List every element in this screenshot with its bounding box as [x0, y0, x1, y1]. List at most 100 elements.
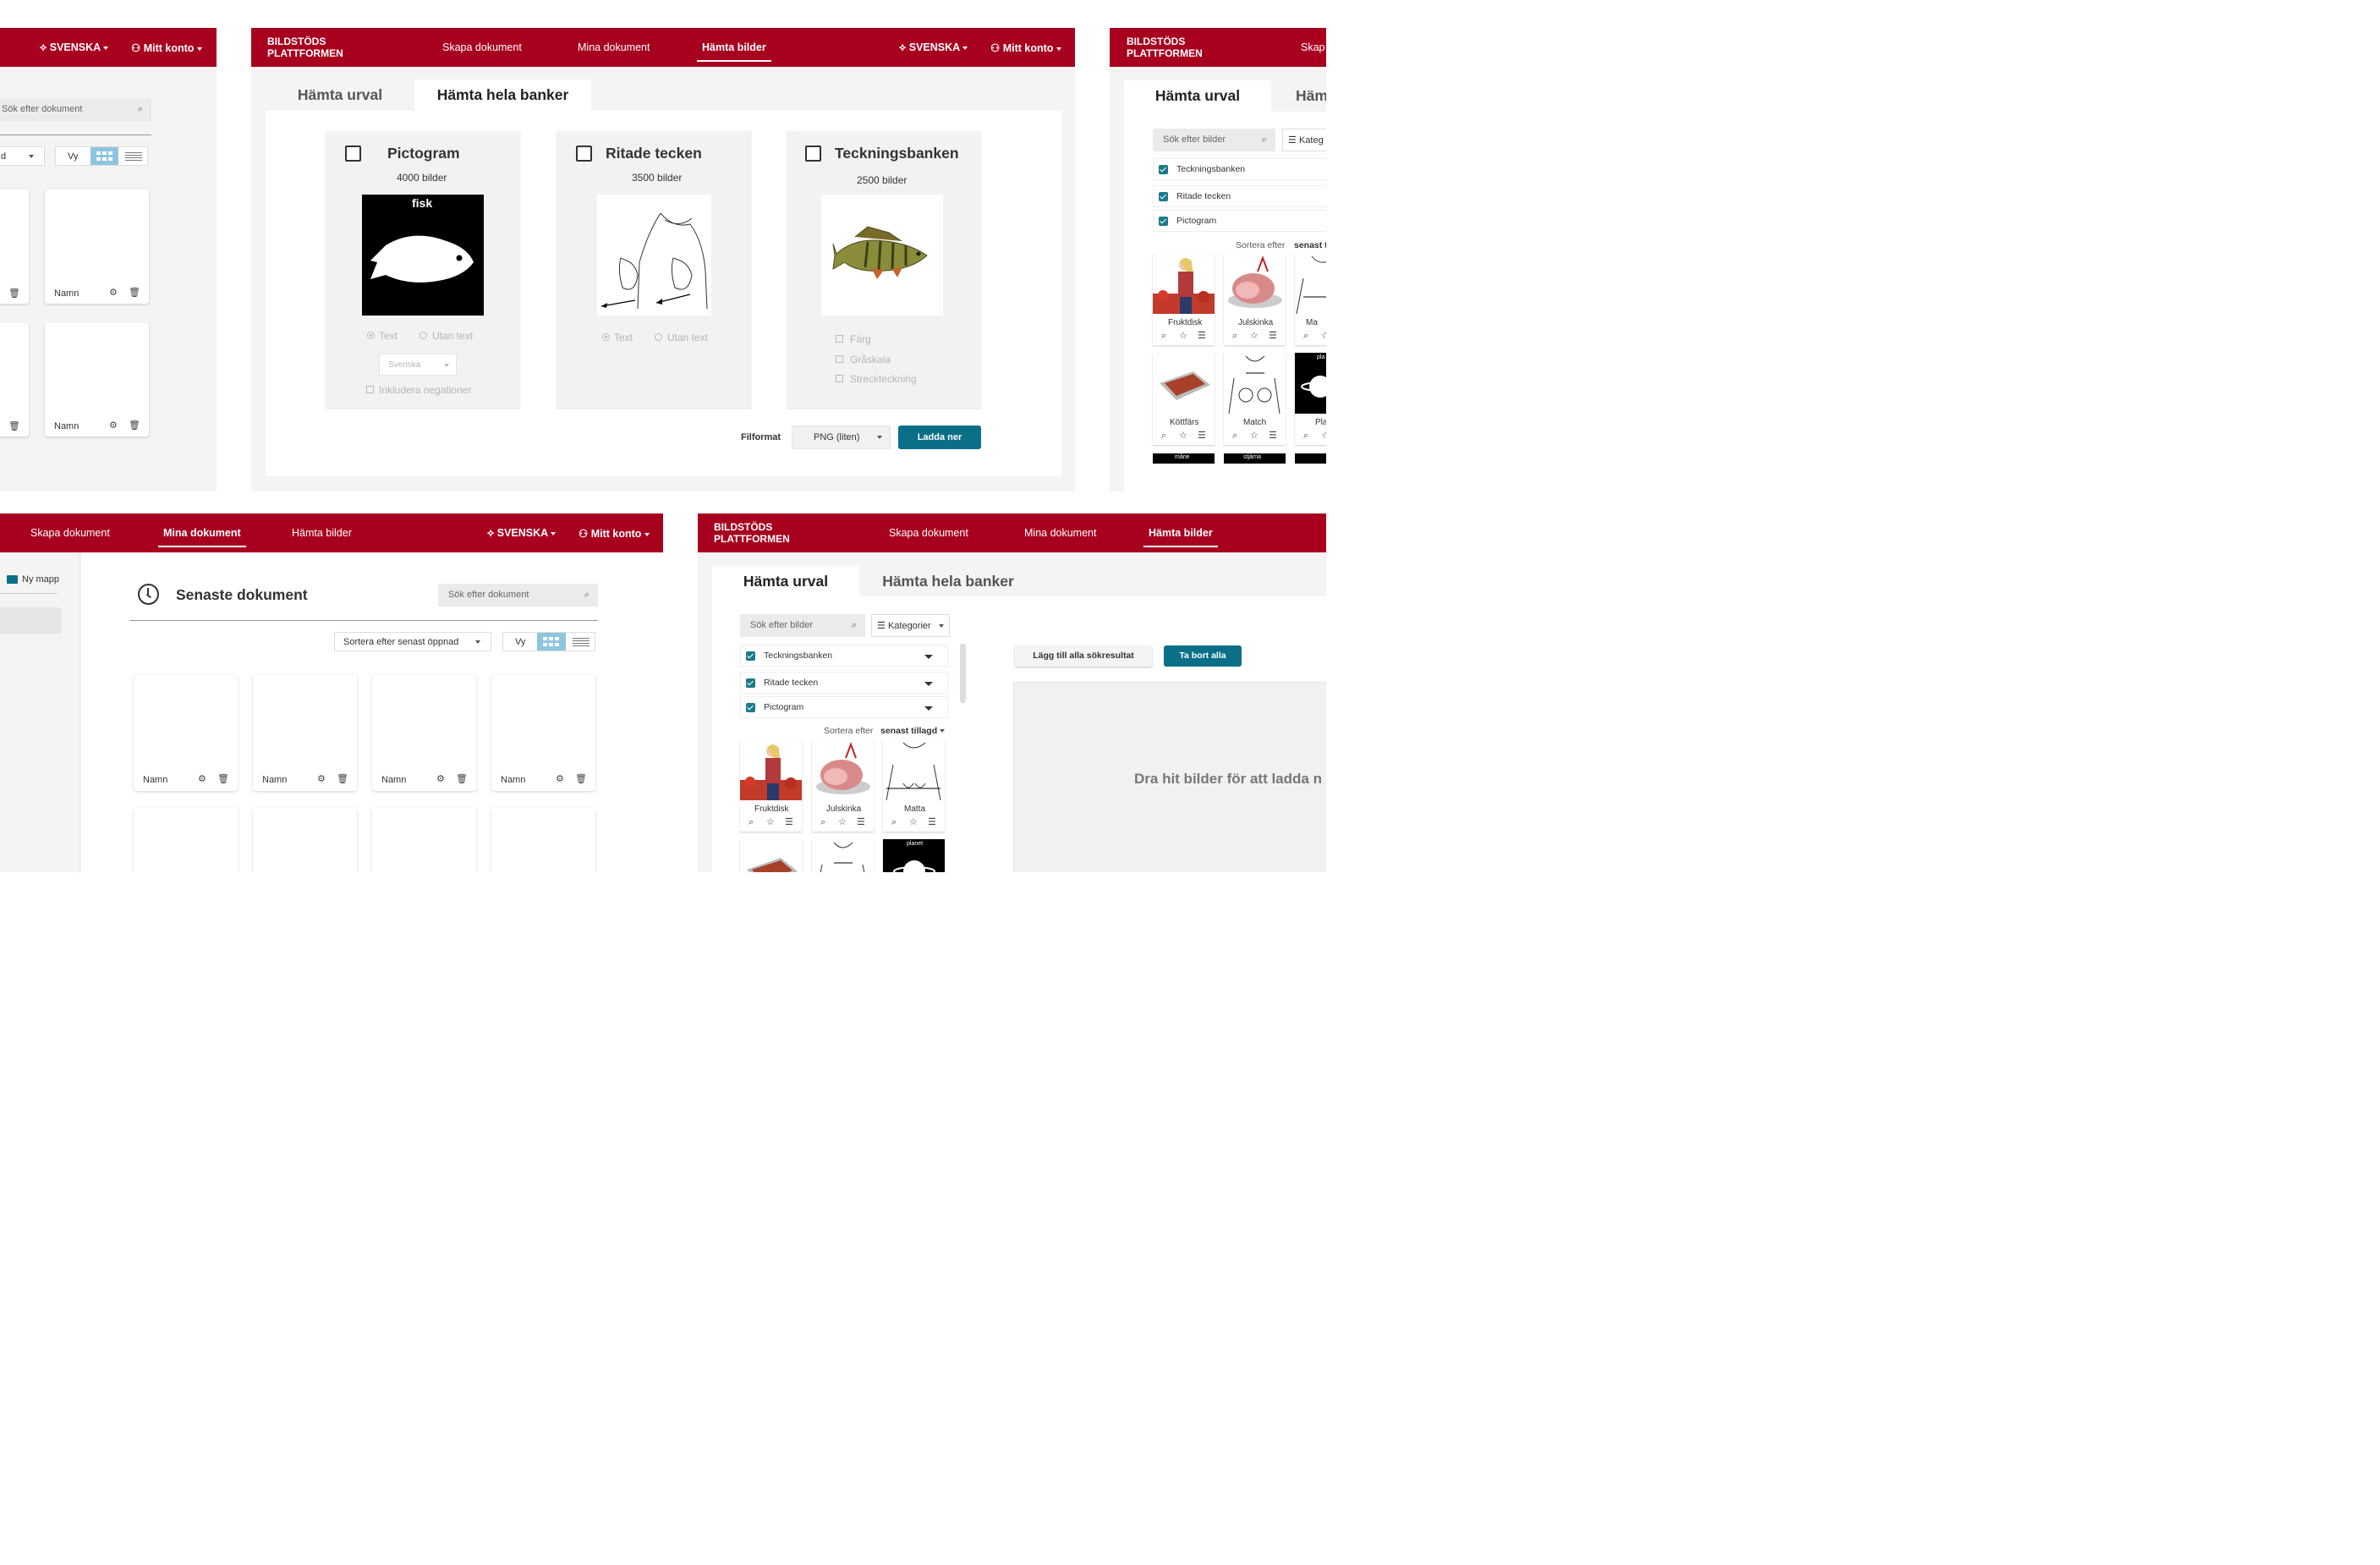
add-all-button[interactable]: Lägg till alla sökresultat	[1015, 645, 1152, 667]
image-item-stjarna[interactable]: stjärna	[1224, 453, 1286, 464]
filter-ritade-tecken[interactable]: Ritade tecken	[1153, 185, 1326, 207]
nav-my-documents[interactable]: Mina dokument	[1024, 527, 1096, 539]
brand-logo[interactable]: BILDSTÖDS PLATTFORMEN	[714, 521, 790, 545]
nav-create-document[interactable]: Skapa dokument	[30, 527, 110, 539]
sort-select[interactable]: senast t	[1294, 240, 1326, 250]
image-item-mane[interactable]: måne	[1153, 453, 1215, 464]
negations-checkbox[interactable]	[366, 386, 374, 393]
grid-view-icon[interactable]	[90, 147, 118, 165]
star-icon[interactable]: ☆	[1179, 430, 1187, 441]
zoom-icon[interactable]: ⌕	[1232, 331, 1237, 342]
document-card[interactable]	[372, 808, 476, 872]
grid-view-icon[interactable]	[537, 633, 566, 651]
image-item-kottfars[interactable]	[740, 839, 802, 872]
filter-checkbox[interactable]	[1159, 165, 1168, 174]
nav-my-documents[interactable]: Mina dokument	[158, 527, 246, 547]
image-item-julskinka[interactable]: Julskinka ⌕ ☆ ☰	[1224, 253, 1286, 345]
sort-dropdown[interactable]: d	[0, 146, 45, 166]
filter-pictogram[interactable]: Pictogram	[740, 696, 948, 718]
gear-icon[interactable]: ⚙	[109, 287, 118, 298]
radio-text[interactable]	[602, 333, 610, 341]
image-item-matta[interactable]: Matta ⌕ ☆ ☰	[883, 739, 945, 832]
document-card[interactable]: Namn ⚙ 🗑	[134, 675, 238, 791]
image-item-fruktdisk[interactable]: Fruktdisk ⌕ ☆ ☰	[740, 739, 802, 832]
grayscale-checkbox[interactable]	[836, 355, 843, 363]
nav-create-document[interactable]: Skapa dokument	[889, 527, 968, 539]
filter-teckningsbanken[interactable]: Teckningsbanken	[740, 645, 948, 667]
trash-icon[interactable]: 🗑	[337, 773, 348, 784]
nav-create-document[interactable]: Skap	[1301, 41, 1325, 53]
image-item-match[interactable]	[812, 839, 874, 872]
star-icon[interactable]: ☆	[766, 816, 775, 827]
document-search-input[interactable]: Sök efter dokument ⌕	[0, 98, 151, 121]
new-folder-button[interactable]: Ny mapp	[7, 574, 59, 585]
list-icon[interactable]: ☰	[785, 816, 793, 827]
image-item-planet[interactable]: pla Pla ⌕ ☆	[1295, 353, 1326, 445]
trash-icon[interactable]: 🗑	[456, 773, 468, 784]
list-icon[interactable]: ☰	[1269, 430, 1277, 441]
image-search-input[interactable]: Sök efter bilder ⌕	[740, 614, 865, 637]
image-search-input[interactable]: Sök efter bilder ⌕	[1153, 129, 1275, 151]
drop-zone[interactable]: Dra hit bilder för att ladda n	[1013, 682, 1326, 872]
sort-dropdown[interactable]: Sortera efter senast öppnad	[334, 632, 491, 651]
zoom-icon[interactable]: ⌕	[820, 817, 825, 828]
document-card[interactable]: 🗑	[0, 322, 29, 437]
list-view-icon[interactable]	[123, 147, 145, 165]
trash-icon[interactable]: 🗑	[8, 288, 20, 299]
download-button[interactable]: Ladda ner	[898, 426, 981, 449]
folder-item-selected[interactable]	[0, 607, 61, 634]
zoom-icon[interactable]: ⌕	[891, 817, 897, 828]
zoom-icon[interactable]: ⌕	[1161, 431, 1166, 442]
document-card[interactable]: Namn ⚙ 🗑	[45, 189, 149, 304]
radio-no-text[interactable]	[655, 333, 662, 341]
list-icon[interactable]: ☰	[928, 816, 936, 827]
list-view-icon[interactable]	[571, 633, 593, 651]
zoom-icon[interactable]: ⌕	[749, 817, 754, 828]
language-menu[interactable]: ⟡ SVENSKA	[487, 527, 557, 540]
zoom-icon[interactable]: ⌕	[1161, 331, 1166, 342]
gear-icon[interactable]: ⚙	[556, 773, 564, 784]
trash-icon[interactable]: 🗑	[217, 773, 229, 784]
trash-icon[interactable]: 🗑	[575, 773, 587, 784]
image-item-kottfars[interactable]: Köttfärs ⌕ ☆ ☰	[1153, 353, 1215, 445]
star-icon[interactable]: ☆	[1321, 330, 1326, 341]
star-icon[interactable]: ☆	[1250, 430, 1259, 441]
document-card[interactable]: Namn ⚙ 🗑	[491, 675, 595, 791]
file-format-select[interactable]: PNG (liten)	[792, 426, 891, 449]
filter-checkbox[interactable]	[746, 678, 755, 688]
remove-all-button[interactable]: Ta bort alla	[1164, 645, 1242, 667]
nav-fetch-images[interactable]: Hämta bilder	[697, 41, 771, 62]
sort-select[interactable]: senast tillagd	[880, 726, 946, 736]
radio-text[interactable]	[367, 332, 375, 339]
gear-icon[interactable]: ⚙	[109, 420, 118, 431]
trash-icon[interactable]: 🗑	[8, 420, 20, 431]
line-drawing-checkbox[interactable]	[836, 375, 843, 382]
bank-checkbox[interactable]	[345, 146, 361, 162]
star-icon[interactable]: ☆	[1321, 430, 1326, 441]
image-item-match[interactable]: Match ⌕ ☆ ☰	[1224, 353, 1286, 445]
account-menu[interactable]: ⚇ Mitt konto	[990, 41, 1061, 54]
trash-icon[interactable]: 🗑	[129, 287, 140, 298]
filter-checkbox[interactable]	[746, 703, 755, 712]
star-icon[interactable]: ☆	[838, 816, 847, 827]
account-menu[interactable]: ⚇ Mitt konto	[579, 527, 650, 540]
document-card[interactable]: Namn ⚙ 🗑	[372, 675, 476, 791]
tab-selection[interactable]: Hämta urval	[712, 566, 859, 597]
list-icon[interactable]: ☰	[857, 816, 865, 827]
zoom-icon[interactable]: ⌕	[1232, 431, 1237, 442]
list-icon[interactable]: ☰	[1198, 430, 1206, 441]
account-menu[interactable]: ⚇ Mitt konto	[131, 41, 202, 54]
document-search-input[interactable]: Sök efter dokument ⌕	[438, 584, 598, 607]
star-icon[interactable]: ☆	[909, 816, 918, 827]
tab-whole-banks[interactable]: Hämta hela banker	[414, 80, 591, 111]
brand-logo[interactable]: BILDSTÖDS PLATTFORMEN	[1127, 36, 1203, 59]
filter-checkbox[interactable]	[1159, 192, 1168, 201]
tab-whole-banks[interactable]: Häm	[1271, 80, 1326, 112]
image-item-planet[interactable]: planet	[883, 839, 945, 872]
nav-fetch-images[interactable]: Hämta bilder	[1143, 527, 1218, 547]
view-toggle[interactable]: Vy	[55, 146, 148, 166]
gear-icon[interactable]: ⚙	[317, 773, 326, 784]
list-icon[interactable]: ☰	[1198, 330, 1206, 341]
categories-dropdown[interactable]: ☰ Kategorier	[871, 614, 950, 637]
tab-selection[interactable]: Hämta urval	[266, 80, 414, 111]
